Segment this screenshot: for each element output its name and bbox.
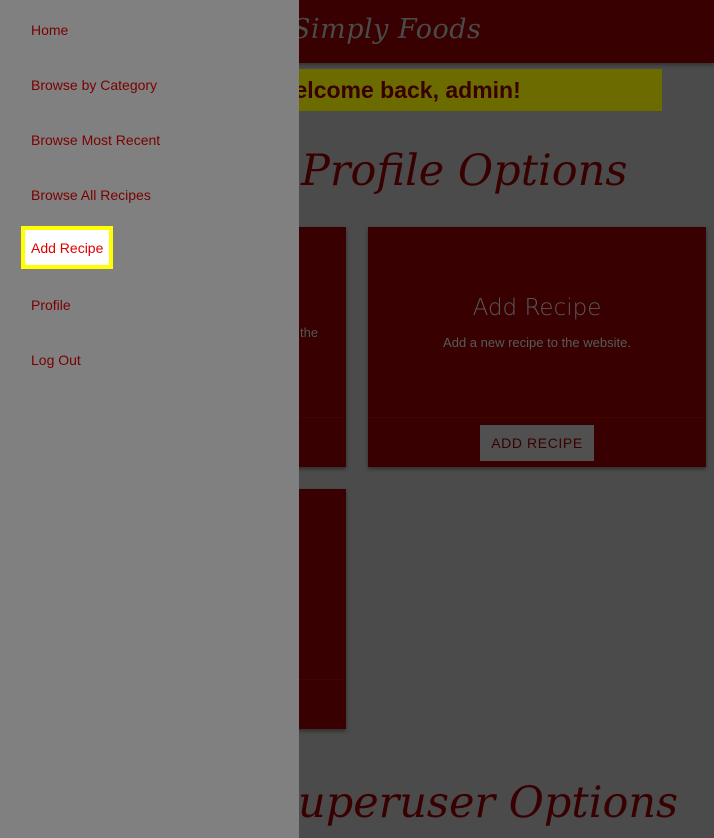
- add-recipe-card-title: Add Recipe: [472, 295, 602, 321]
- sidebar-item-add-recipe[interactable]: Add Recipe: [21, 226, 114, 269]
- superuser-options-title: uperuser Options: [298, 778, 679, 828]
- add-recipe-card: Add Recipe Add a new recipe to the websi…: [368, 227, 706, 467]
- add-recipe-button[interactable]: ADD RECIPE: [480, 425, 594, 461]
- sidebar-item-browse-most-recent[interactable]: Browse Most Recent: [31, 132, 160, 148]
- card-description-partial: the: [300, 325, 319, 340]
- card-divider: [368, 417, 706, 418]
- profile-options-title: Profile Options: [301, 146, 628, 196]
- add-recipe-card-description: Add a new recipe to the website.: [443, 335, 631, 350]
- sidebar-item-browse-all-recipes[interactable]: Browse All Recipes: [31, 187, 151, 203]
- welcome-banner-text: ul. Welcome back, admin!: [240, 77, 521, 103]
- sidebar-item-browse-by-category[interactable]: Browse by Category: [31, 77, 157, 93]
- sidebar-drawer: Home Browse by Category Browse Most Rece…: [0, 0, 299, 838]
- brand-logo-text[interactable]: Simply Foods: [292, 14, 481, 45]
- sidebar-item-log-out[interactable]: Log Out: [31, 352, 81, 368]
- welcome-banner: ul. Welcome back, admin!: [240, 69, 662, 111]
- sidebar-item-home[interactable]: Home: [31, 22, 68, 38]
- sidebar-item-profile[interactable]: Profile: [31, 297, 71, 313]
